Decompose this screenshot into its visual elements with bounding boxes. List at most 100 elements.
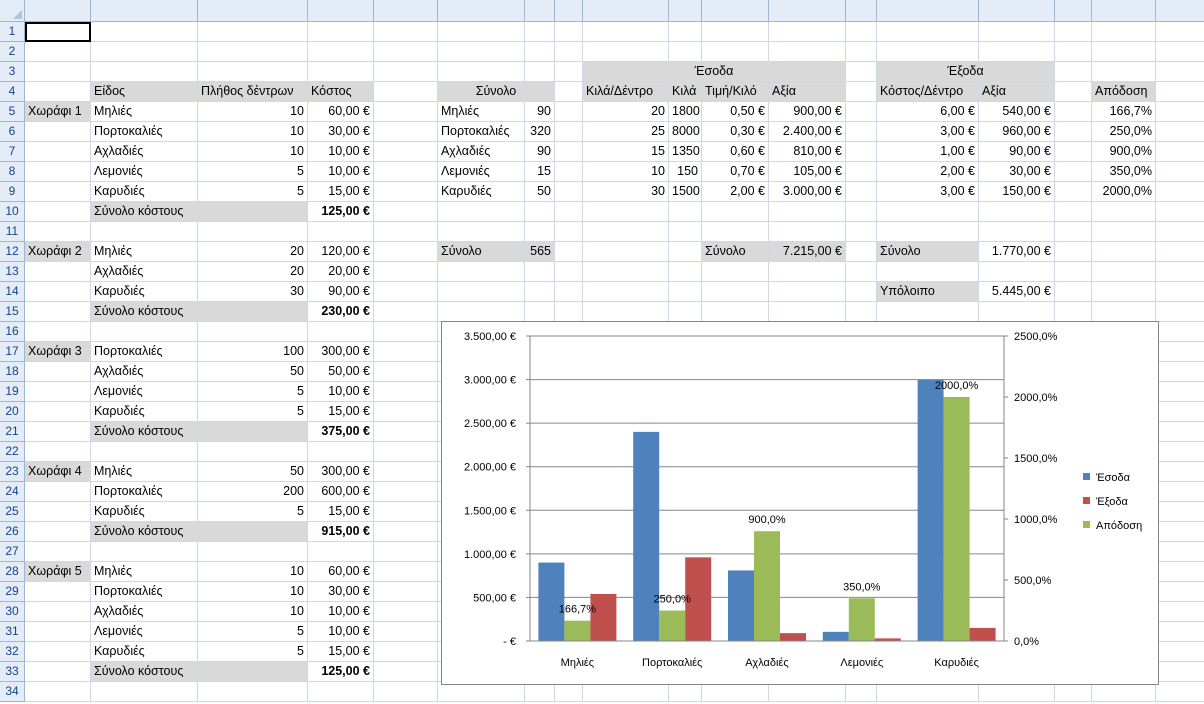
cell-p11[interactable] — [1055, 222, 1092, 242]
cell-a16[interactable] — [25, 322, 91, 342]
cell-e3[interactable] — [374, 62, 438, 82]
cell-f11[interactable] — [438, 222, 525, 242]
cell-j15[interactable] — [669, 302, 702, 322]
cell-l12[interactable]: 7.215,00 € — [769, 242, 846, 262]
cell-m13[interactable] — [846, 262, 877, 282]
row-header-33[interactable]: 33 — [0, 662, 25, 682]
cell-a32[interactable] — [25, 642, 91, 662]
cell-r25[interactable] — [1156, 502, 1204, 522]
cell-b16[interactable] — [91, 322, 198, 342]
cell-o9[interactable]: 150,00 € — [979, 182, 1055, 202]
cell-p6[interactable] — [1055, 122, 1092, 142]
cell-m4[interactable] — [846, 82, 877, 102]
cell-c17[interactable]: 100 — [198, 342, 308, 362]
cell-e24[interactable] — [374, 482, 438, 502]
cell-b30[interactable]: Αχλαδιές — [91, 602, 198, 622]
cell-p5[interactable] — [1055, 102, 1092, 122]
cell-e23[interactable] — [374, 462, 438, 482]
cell-e34[interactable] — [374, 682, 438, 702]
cell-b22[interactable] — [91, 442, 198, 462]
cell-d8[interactable]: 10,00 € — [308, 162, 374, 182]
row-header-28[interactable]: 28 — [0, 562, 25, 582]
bar-Έσοδα-Πορτοκαλιές[interactable] — [633, 431, 660, 641]
cell-b18[interactable]: Αχλαδιές — [91, 362, 198, 382]
cell-k11[interactable] — [702, 222, 769, 242]
cell-a26[interactable] — [25, 522, 91, 542]
combo-chart[interactable]: - € 500,00 € 1.000,00 € 1.500,00 € 2.000,00 … — [441, 321, 1159, 685]
cell-d25[interactable]: 15,00 € — [308, 502, 374, 522]
cell-g8[interactable]: 15 — [525, 162, 555, 182]
cell-c16[interactable] — [198, 322, 308, 342]
cell-d31[interactable]: 10,00 € — [308, 622, 374, 642]
cell-b31[interactable]: Λεμονιές — [91, 622, 198, 642]
cell-j11[interactable] — [669, 222, 702, 242]
cell-l13[interactable] — [769, 262, 846, 282]
cell-r27[interactable] — [1156, 542, 1204, 562]
cell-r2[interactable] — [1156, 42, 1204, 62]
cell-r12[interactable] — [1156, 242, 1204, 262]
cell-l9[interactable]: 3.000,00 € — [769, 182, 846, 202]
cell-a20[interactable] — [25, 402, 91, 422]
cell-q3[interactable] — [1092, 62, 1156, 82]
cell-o7[interactable]: 90,00 € — [979, 142, 1055, 162]
bar-Έσοδα-Λεμονιές[interactable] — [822, 631, 849, 641]
cell-c19[interactable]: 5 — [198, 382, 308, 402]
cell-b29[interactable]: Πορτοκαλιές — [91, 582, 198, 602]
cell-d20[interactable]: 15,00 € — [308, 402, 374, 422]
cell-m1[interactable] — [846, 22, 877, 42]
cell-l14[interactable] — [769, 282, 846, 302]
cell-h5[interactable] — [555, 102, 583, 122]
cell-r14[interactable] — [1156, 282, 1204, 302]
cell-r19[interactable] — [1156, 382, 1204, 402]
bar-Έσοδα-Καρυδιές[interactable] — [917, 379, 944, 641]
cell-k5[interactable]: 0,50 € — [702, 102, 769, 122]
cell-r17[interactable] — [1156, 342, 1204, 362]
row-header-17[interactable]: 17 — [0, 342, 25, 362]
cell-b27[interactable] — [91, 542, 198, 562]
cell-h34[interactable] — [555, 682, 583, 702]
cell-d30[interactable]: 10,00 € — [308, 602, 374, 622]
cell-h2[interactable] — [555, 42, 583, 62]
cell-d26[interactable]: 915,00 € — [308, 522, 374, 542]
cell-q5[interactable]: 166,7% — [1092, 102, 1156, 122]
cell-g9[interactable]: 50 — [525, 182, 555, 202]
bar-Απόδοση-Λεμονιές[interactable] — [848, 598, 875, 641]
cell-a28[interactable]: Χωράφι 5 — [25, 562, 91, 582]
cell-q7[interactable]: 900,0% — [1092, 142, 1156, 162]
cell-o2[interactable] — [979, 42, 1055, 62]
cell-k12[interactable]: Σύνολο — [702, 242, 769, 262]
row-header-13[interactable]: 13 — [0, 262, 25, 282]
legend-item-Απόδοση[interactable]: Απόδοση — [1096, 520, 1142, 532]
row-header-2[interactable]: 2 — [0, 42, 25, 62]
cell-a10[interactable] — [25, 202, 91, 222]
cell-f3[interactable] — [438, 62, 525, 82]
cell-r23[interactable] — [1156, 462, 1204, 482]
cell-n11[interactable] — [877, 222, 979, 242]
cell-e30[interactable] — [374, 602, 438, 622]
bar-Έξοδα-Καρυδιές[interactable] — [969, 627, 996, 641]
column-header-f[interactable] — [438, 0, 525, 22]
cell-k1[interactable] — [702, 22, 769, 42]
cell-m5[interactable] — [846, 102, 877, 122]
cell-k9[interactable]: 2,00 € — [702, 182, 769, 202]
cell-c8[interactable]: 5 — [198, 162, 308, 182]
cell-e4[interactable] — [374, 82, 438, 102]
bar-Απόδοση-Αχλαδιές[interactable] — [754, 531, 780, 641]
cell-b5[interactable]: Μηλιές — [91, 102, 198, 122]
cell-n4[interactable]: Κόστος/Δέντρο — [877, 82, 979, 102]
cell-g7[interactable]: 90 — [525, 142, 555, 162]
cell-g2[interactable] — [525, 42, 555, 62]
cell-p8[interactable] — [1055, 162, 1092, 182]
cell-r30[interactable] — [1156, 602, 1204, 622]
cell-m2[interactable] — [846, 42, 877, 62]
select-all-corner[interactable] — [0, 0, 25, 22]
cell-b10[interactable]: Σύνολο κόστους — [91, 202, 308, 222]
cell-q34[interactable] — [1092, 682, 1156, 702]
cell-a12[interactable]: Χωράφι 2 — [25, 242, 91, 262]
cell-f6[interactable]: Πορτοκαλιές — [438, 122, 525, 142]
cell-e5[interactable] — [374, 102, 438, 122]
cell-i12[interactable] — [583, 242, 669, 262]
cell-e15[interactable] — [374, 302, 438, 322]
cell-h8[interactable] — [555, 162, 583, 182]
cell-i34[interactable] — [583, 682, 669, 702]
